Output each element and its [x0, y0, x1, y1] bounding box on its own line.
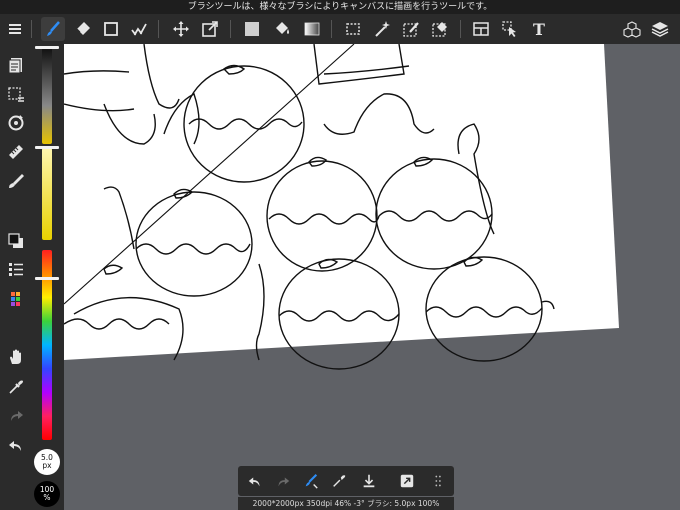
frame-divide-icon[interactable]	[469, 17, 493, 41]
color-swatch-icon[interactable]	[4, 230, 28, 252]
eyedropper-icon[interactable]	[328, 470, 350, 492]
transform-icon[interactable]	[198, 17, 222, 41]
undo-icon[interactable]	[4, 434, 28, 456]
grid-icon[interactable]	[428, 470, 450, 492]
brush-opacity-slider[interactable]	[42, 148, 52, 240]
magic-wand-icon[interactable]	[370, 17, 394, 41]
brush-opacity-indicator[interactable]: 100 %	[34, 481, 60, 507]
brush-sliders: 5.0 px 100 %	[32, 44, 64, 510]
canvas-status-bar: 2000*2000px 350dpi 46% -3° ブラシ: 5.0px 10…	[238, 497, 454, 510]
eraser-icon[interactable]	[71, 17, 95, 41]
text-tool-glyph: T	[533, 19, 545, 39]
drawing-canvas[interactable]	[64, 44, 680, 510]
move-icon[interactable]	[169, 17, 193, 41]
palette-icon[interactable]	[4, 288, 28, 310]
tool-tip-bar: ブラシツールは、様々なブラシによりキャンバスに描画を行うツールです。	[0, 0, 680, 14]
menu-icon[interactable]	[3, 17, 27, 41]
redo-icon[interactable]	[272, 470, 294, 492]
ruler-icon[interactable]	[4, 141, 28, 163]
layer-list-icon[interactable]	[4, 258, 28, 280]
toolbar-separator	[158, 20, 159, 38]
operation-icon[interactable]	[498, 17, 522, 41]
pages-icon[interactable]	[4, 54, 28, 76]
brush-icon[interactable]	[41, 17, 65, 41]
transform-box-icon[interactable]	[396, 470, 418, 492]
brush-swap-icon[interactable]	[300, 470, 322, 492]
eyedropper-brush-icon[interactable]	[4, 170, 28, 192]
brush-size-indicator[interactable]: 5.0 px	[34, 449, 60, 475]
fill-color-icon[interactable]	[240, 17, 264, 41]
toolbar-separator	[230, 20, 231, 38]
bottom-quick-toolbar	[238, 466, 454, 496]
selection-icon[interactable]	[4, 84, 28, 106]
toolbar-separator	[331, 20, 332, 38]
brush-opacity-unit: %	[43, 493, 51, 502]
undo-icon[interactable]	[244, 470, 266, 492]
hue-handle[interactable]	[35, 277, 59, 280]
select-eraser-icon[interactable]	[428, 17, 452, 41]
top-toolbar: T	[0, 14, 680, 44]
gradient-icon[interactable]	[300, 17, 324, 41]
hand-icon[interactable]	[4, 346, 28, 368]
bucket-icon[interactable]	[270, 17, 294, 41]
eyedropper-icon[interactable]	[4, 376, 28, 398]
materials-icon[interactable]	[620, 17, 644, 41]
left-toolbar	[0, 44, 32, 510]
rectangle-icon[interactable]	[99, 17, 123, 41]
rotate-icon[interactable]	[4, 112, 28, 134]
brush-size-slider[interactable]	[42, 48, 52, 144]
select-rect-icon[interactable]	[341, 17, 365, 41]
select-pen-icon[interactable]	[399, 17, 423, 41]
correction-brush-icon[interactable]	[127, 17, 151, 41]
brush-opacity-handle[interactable]	[35, 146, 59, 149]
toolbar-separator	[31, 20, 32, 38]
save-icon[interactable]	[358, 470, 380, 492]
toolbar-separator	[460, 20, 461, 38]
redo-icon[interactable]	[4, 404, 28, 426]
brush-size-handle[interactable]	[35, 46, 59, 49]
text-icon[interactable]: T	[527, 17, 551, 41]
layers-icon[interactable]	[648, 17, 672, 41]
brush-size-unit: px	[42, 461, 52, 470]
